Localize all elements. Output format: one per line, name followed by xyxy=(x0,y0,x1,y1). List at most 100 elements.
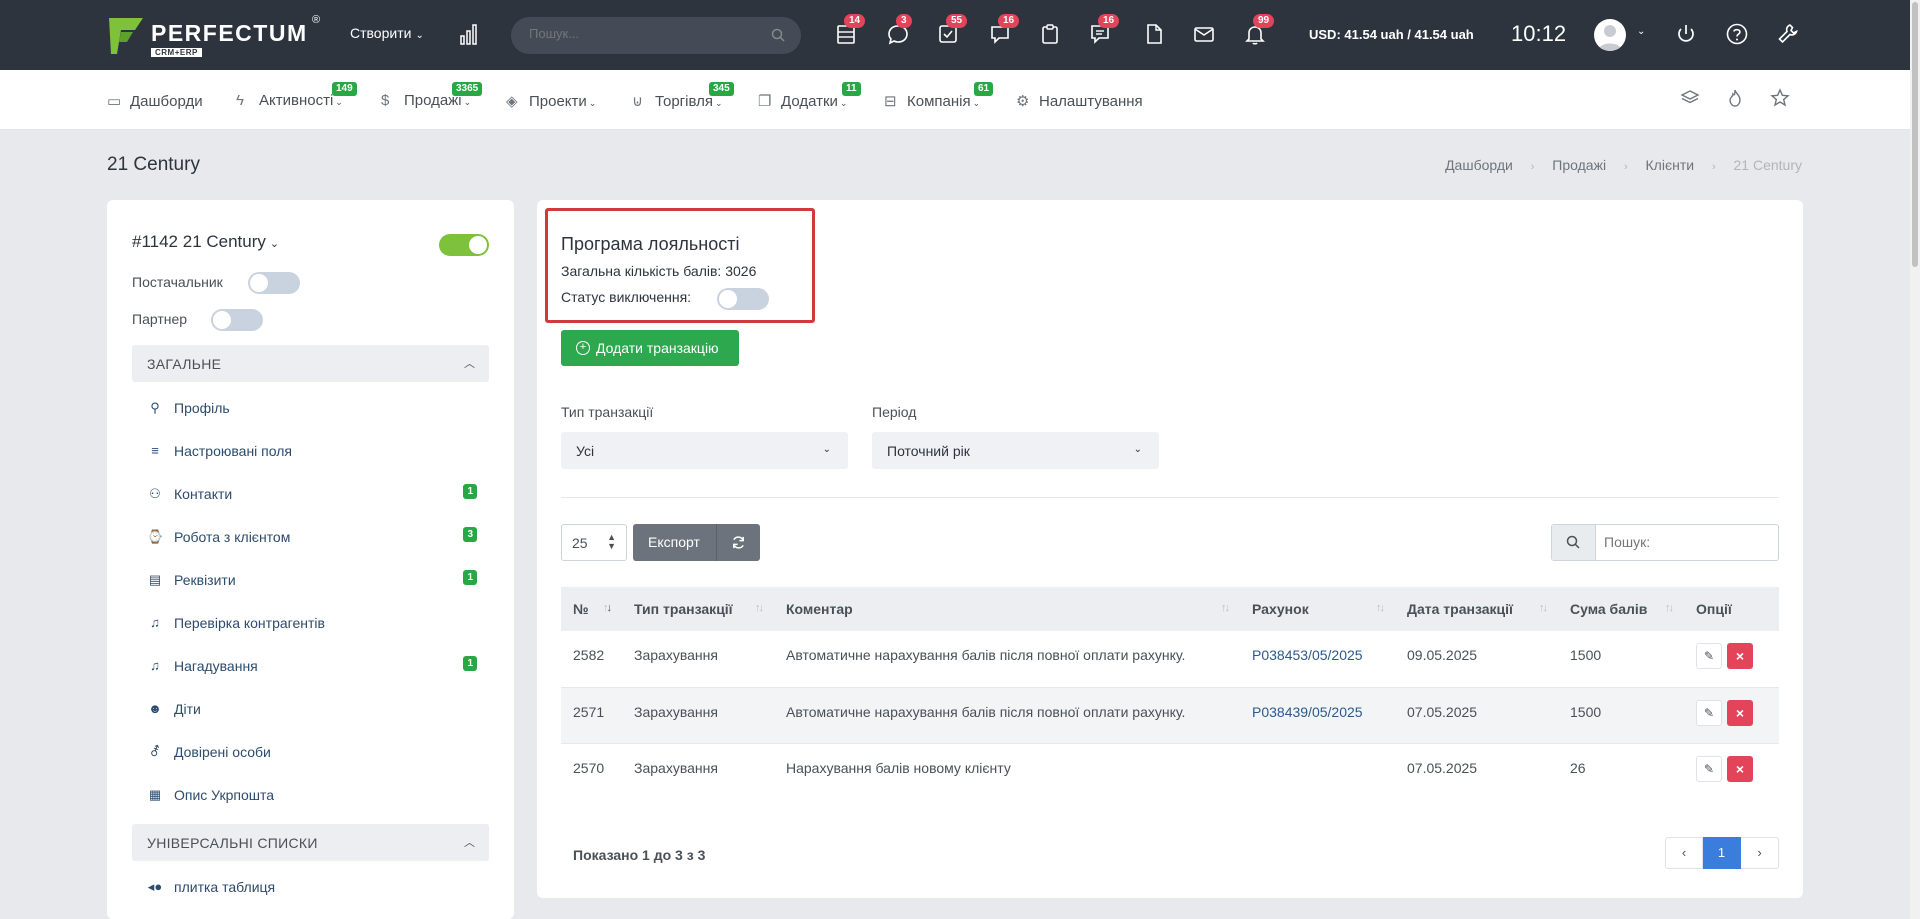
delete-x-icon[interactable]: × xyxy=(1727,699,1753,726)
layers-icon[interactable] xyxy=(1680,88,1700,108)
nav-item-activities[interactable]: ϟ Активності ⌄ 149 xyxy=(236,82,357,109)
transactions-table: № ↑↓ Тип транзакції ↑↓ Коментар ↑↓ Рахунок ↑… xyxy=(561,587,1779,799)
edit-pencil-icon[interactable]: ✎ xyxy=(1696,643,1722,669)
sidebar-item-trusted-persons[interactable]: ⚦ Довірені особи xyxy=(147,742,477,766)
sort-icon: ↑↓ xyxy=(1665,602,1674,614)
wrench-icon[interactable] xyxy=(1776,22,1802,48)
top-search-input[interactable] xyxy=(529,26,749,41)
sidebar-item-label: Опис Укрпошта xyxy=(174,787,274,803)
section-universal-lists-header[interactable]: УНІВЕРСАЛЬНІ СПИСКИ ︿ xyxy=(132,824,489,861)
user-icon: ⚲ xyxy=(150,400,160,415)
mail-icon[interactable] xyxy=(1192,22,1218,48)
supplier-toggle[interactable] xyxy=(248,272,300,294)
client-title-dropdown[interactable]: #1142 21 Century ⌄ xyxy=(132,232,279,252)
chat-bubble-icon[interactable]: 3 xyxy=(886,14,912,48)
sidebar-item-counterparty-check[interactable]: ♫ Перевірка контрагентів xyxy=(147,613,477,637)
col-header-number[interactable]: № ↑↓ xyxy=(561,587,622,631)
sidebar-item-client-work[interactable]: ⌚ Робота з клієнтом 3 xyxy=(147,527,477,551)
exclusion-status-toggle[interactable] xyxy=(717,288,769,310)
invoice-link[interactable]: P038453/05/2025 xyxy=(1252,647,1363,663)
sidebar-item-custom-fields[interactable]: ≡ Настроювані поля xyxy=(147,441,477,465)
cell-number: 2571 xyxy=(561,687,622,744)
breadcrumb: Дашборди › Продажі › Клієнти › 21 Centur… xyxy=(1431,157,1802,173)
scrollbar-thumb[interactable] xyxy=(1912,2,1918,267)
col-header-label: № xyxy=(573,601,589,617)
sidebar-item-label: Робота з клієнтом xyxy=(174,529,291,545)
checkbox-icon[interactable]: 55 xyxy=(936,14,968,48)
edit-pencil-icon[interactable]: ✎ xyxy=(1696,699,1722,726)
section-general-header[interactable]: ЗАГАЛЬНЕ ︿ xyxy=(132,345,489,382)
delete-x-icon[interactable]: × xyxy=(1727,755,1753,782)
sidebar-item-profile[interactable]: ⚲ Профіль xyxy=(147,398,477,422)
help-icon[interactable] xyxy=(1725,22,1751,48)
col-header-date[interactable]: Дата транзакції ↑↓ xyxy=(1395,587,1558,631)
nav-item-addons[interactable]: ❐ Додатки ⌄ 11 xyxy=(758,82,861,110)
sidebar-item-requisites[interactable]: ▤ Реквізити 1 xyxy=(147,570,477,594)
pagination-page[interactable]: 1 xyxy=(1703,837,1741,869)
invoice-link[interactable]: P038439/05/2025 xyxy=(1252,704,1363,720)
loyalty-total-points: Загальна кількість балів: 3026 xyxy=(561,263,757,279)
chevron-up-icon: ︿ xyxy=(464,358,475,370)
sort-icon: ↑↓ xyxy=(1539,602,1548,614)
nav-item-trade[interactable]: ⊍ Торгівля ⌄ 345 xyxy=(632,82,734,110)
breadcrumb-clients[interactable]: Клієнти xyxy=(1646,157,1695,173)
pagination-next[interactable]: › xyxy=(1741,837,1779,869)
transaction-type-select[interactable]: Усі ⌄ xyxy=(561,432,848,469)
loyalty-status-label: Статус виключення: xyxy=(561,289,692,305)
messages-icon[interactable]: 16 xyxy=(1088,14,1120,48)
section-title: ЗАГАЛЬНЕ xyxy=(147,356,222,372)
partner-label: Партнер xyxy=(132,311,188,327)
breadcrumb-sales[interactable]: Продажі xyxy=(1552,157,1606,173)
sidebar-item-badge: 1 xyxy=(463,570,477,585)
nav-label: Торгівля xyxy=(655,93,713,110)
sidebar-item-tile-table[interactable]: ◂● плитка таблиця xyxy=(147,877,477,901)
export-button[interactable]: Експорт xyxy=(633,524,716,561)
nav-item-settings[interactable]: ⚙ Налаштування xyxy=(1016,92,1143,110)
plus-circle-icon: + xyxy=(576,341,590,355)
edit-pencil-icon[interactable]: ✎ xyxy=(1696,755,1722,782)
create-dropdown-button[interactable]: Створити ⌄ xyxy=(350,25,424,41)
cell-invoice xyxy=(1240,743,1395,799)
client-active-toggle[interactable] xyxy=(439,234,489,256)
partner-toggle[interactable] xyxy=(211,309,263,331)
sidebar-item-ukrposhta[interactable]: ▦ Опис Укрпошта xyxy=(147,785,477,809)
star-icon[interactable] xyxy=(1770,88,1790,108)
add-transaction-button[interactable]: + Додати транзакцію xyxy=(561,330,739,366)
table-search-input[interactable] xyxy=(1604,534,1764,550)
nav-item-dashboards[interactable]: ▭ Дашборди xyxy=(107,92,203,110)
top-search-bar[interactable] xyxy=(511,17,801,54)
power-icon[interactable] xyxy=(1674,22,1700,48)
logo-registered-mark: ® xyxy=(312,14,321,26)
breadcrumb-dashboards[interactable]: Дашборди xyxy=(1445,157,1513,173)
avatar[interactable] xyxy=(1594,19,1626,51)
tasks-list-icon[interactable]: 14 xyxy=(834,14,866,48)
sidebar-item-children[interactable]: ☻ Діти xyxy=(147,699,477,723)
col-header-invoice[interactable]: Рахунок ↑↓ xyxy=(1240,587,1395,631)
chevron-down-icon[interactable]: ⌄ xyxy=(1637,26,1645,37)
sidebar-item-contacts[interactable]: ⚇ Контакти 1 xyxy=(147,484,477,508)
comments-icon[interactable]: 16 xyxy=(988,14,1020,48)
page-size-select[interactable]: 25 ▲ ▼ xyxy=(561,524,627,561)
refresh-button[interactable] xyxy=(716,524,760,561)
period-select[interactable]: Поточний рік ⌄ xyxy=(872,432,1159,469)
nav-item-projects[interactable]: ◈ Проекти ⌄ xyxy=(506,92,596,110)
clipboard-icon[interactable] xyxy=(1038,22,1064,48)
fire-icon[interactable] xyxy=(1725,88,1745,108)
col-header-type[interactable]: Тип транзакції ↑↓ xyxy=(622,587,774,631)
nav-label: Проекти xyxy=(529,93,587,110)
bell-icon[interactable]: 99 xyxy=(1243,14,1275,48)
col-header-points[interactable]: Сума балів ↑↓ xyxy=(1558,587,1684,631)
bar-chart-icon[interactable] xyxy=(460,22,480,46)
period-label: Період xyxy=(872,404,917,420)
delete-x-icon[interactable]: × xyxy=(1727,643,1753,669)
col-header-options: Опції xyxy=(1684,587,1779,631)
page-scrollbar[interactable] xyxy=(1910,0,1920,919)
document-icon[interactable] xyxy=(1142,22,1168,48)
logo[interactable]: PERFECTUM ® CRM+ERP xyxy=(107,14,327,58)
col-header-comment[interactable]: Коментар ↑↓ xyxy=(774,587,1240,631)
search-icon[interactable] xyxy=(771,28,785,42)
pagination-prev[interactable]: ‹ xyxy=(1665,837,1703,869)
nav-item-sales[interactable]: $ Продажі ⌄ 3365 xyxy=(381,82,483,109)
nav-item-company[interactable]: ⊟ Компанія ⌄ 61 xyxy=(884,82,994,110)
sidebar-item-reminders[interactable]: ♫ Нагадування 1 xyxy=(147,656,477,680)
